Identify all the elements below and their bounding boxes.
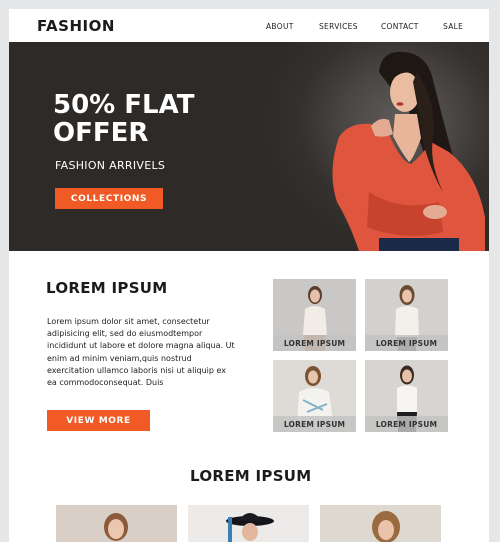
product-photo-2 xyxy=(226,513,274,542)
view-more-button[interactable]: VIEW MORE xyxy=(47,410,150,431)
gallery-item-3[interactable]: LOREM IPSUM xyxy=(273,360,356,432)
collections-button[interactable]: COLLECTIONS xyxy=(55,188,163,209)
product-photo-1 xyxy=(104,513,128,541)
page: FASHION ABOUT SERVICES CONTACT SALE 50% … xyxy=(9,9,489,542)
hero-model-image xyxy=(332,51,485,251)
hero-title: 50% FLAT OFFER xyxy=(53,90,195,148)
section1-title: LOREM IPSUM xyxy=(46,279,168,297)
gallery-caption-1: LOREM IPSUM xyxy=(273,335,356,351)
site-logo[interactable]: FASHION xyxy=(37,17,115,35)
gallery-caption-3: LOREM IPSUM xyxy=(273,416,356,432)
gallery-caption-2: LOREM IPSUM xyxy=(365,335,448,351)
gallery-item-4[interactable]: LOREM IPSUM xyxy=(365,360,448,432)
product-card-3[interactable] xyxy=(320,505,441,542)
product-card-1[interactable] xyxy=(56,505,177,542)
product-photo-3 xyxy=(372,511,400,542)
hero-subtitle: FASHION ARRIVELS xyxy=(55,159,166,172)
site-header: FASHION ABOUT SERVICES CONTACT SALE xyxy=(9,9,489,42)
product-card-2[interactable] xyxy=(188,505,309,542)
gallery-item-1[interactable]: LOREM IPSUM xyxy=(273,279,356,351)
gallery-caption-4: LOREM IPSUM xyxy=(365,416,448,432)
nav-services[interactable]: SERVICES xyxy=(319,22,358,31)
hero-banner: 50% FLAT OFFER FASHION ARRIVELS COLLECTI… xyxy=(9,42,489,251)
section1-body-text: Lorem ipsum dolor sit amet, consectetur … xyxy=(47,317,235,388)
section2-title: LOREM IPSUM xyxy=(190,467,312,485)
nav-sale[interactable]: SALE xyxy=(443,22,463,31)
nav-about[interactable]: ABOUT xyxy=(266,22,294,31)
nav-contact[interactable]: CONTACT xyxy=(381,22,419,31)
gallery-item-2[interactable]: LOREM IPSUM xyxy=(365,279,448,351)
